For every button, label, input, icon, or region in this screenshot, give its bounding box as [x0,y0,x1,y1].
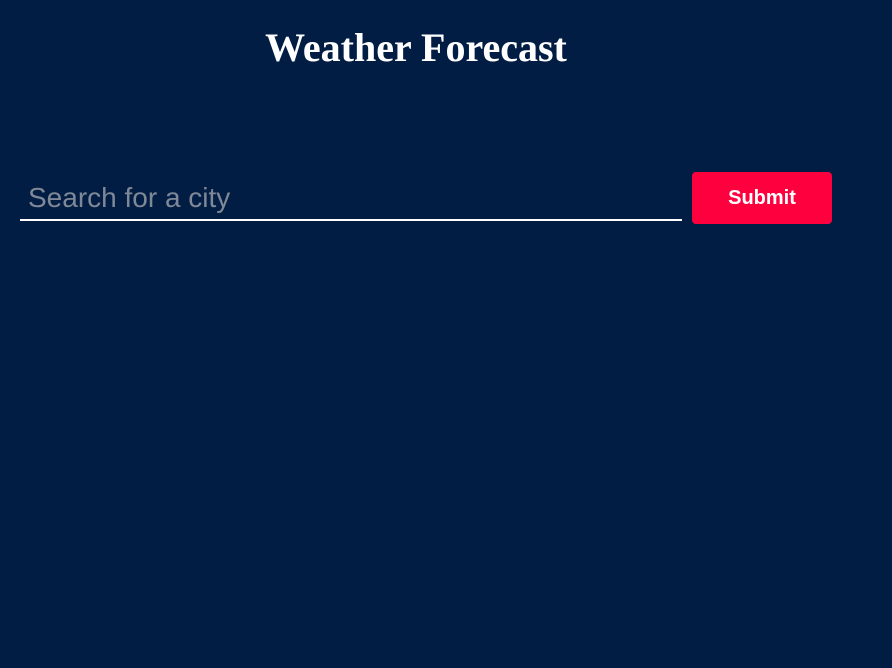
page-title: Weather Forecast [265,25,567,70]
submit-button[interactable]: Submit [692,172,832,224]
search-input[interactable] [20,172,682,221]
search-form: Submit [20,172,832,224]
